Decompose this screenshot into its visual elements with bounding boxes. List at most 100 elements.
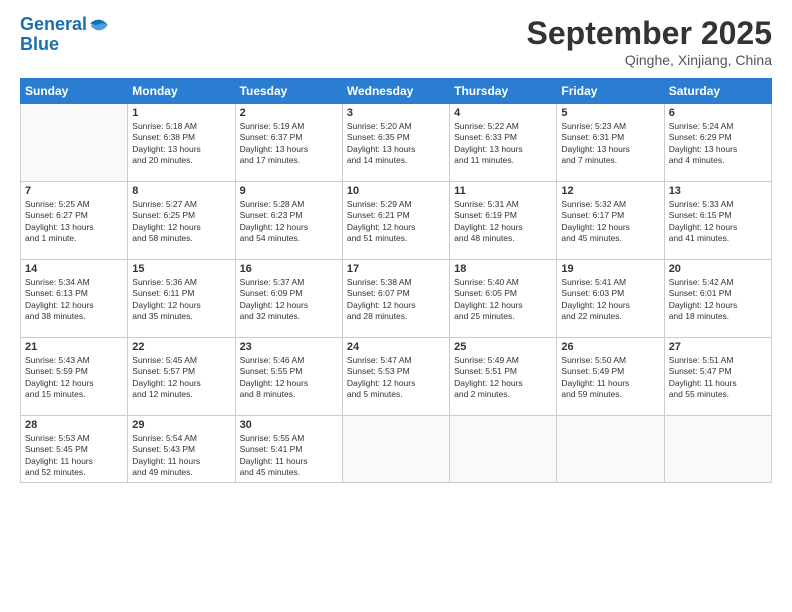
- logo-text: General: [20, 15, 87, 35]
- table-row: 6Sunrise: 5:24 AM Sunset: 6:29 PM Daylig…: [664, 104, 771, 182]
- calendar: Sunday Monday Tuesday Wednesday Thursday…: [20, 78, 772, 483]
- table-row: 4 Sunrise: 5:22 AM Sunset: 6:33 PM Daylig…: [450, 104, 557, 182]
- day-number: 14: [25, 263, 123, 275]
- table-row: 1 Sunrise: 5:18 AM Sunset: 6:38 PM Daylig…: [128, 104, 235, 182]
- table-row: 24 Sunrise: 5:47 AM Sunset: 5:53 PM Dayli…: [342, 338, 449, 416]
- col-tuesday: Tuesday: [235, 79, 342, 104]
- day-number: 25: [454, 341, 552, 353]
- day-info: Sunrise: 5:33 AM Sunset: 6:15 PM Dayligh…: [669, 199, 767, 245]
- table-row: 2 Sunrise: 5:19 AM Sunset: 6:37 PM Daylig…: [235, 104, 342, 182]
- day-info: Sunrise: 5:22 AM Sunset: 6:33 PM Dayligh…: [454, 121, 552, 167]
- day-number: 4: [454, 107, 552, 119]
- title-block: September 2025 Qinghe, Xinjiang, China: [527, 15, 772, 68]
- day-number: 10: [347, 185, 445, 197]
- day-info: Sunrise: 5:50 AM Sunset: 5:49 PM Dayligh…: [561, 355, 659, 401]
- table-row: 26 Sunrise: 5:50 AM Sunset: 5:49 PM Dayli…: [557, 338, 664, 416]
- day-info: Sunrise: 5:24 AM Sunset: 6:29 PM Dayligh…: [669, 121, 767, 167]
- logo: General Blue: [20, 15, 109, 55]
- day-info: Sunrise: 5:53 AM Sunset: 5:45 PM Dayligh…: [25, 433, 123, 479]
- day-info: Sunrise: 5:37 AM Sunset: 6:09 PM Dayligh…: [240, 277, 338, 323]
- day-info: Sunrise: 5:32 AM Sunset: 6:17 PM Dayligh…: [561, 199, 659, 245]
- day-number: 29: [132, 419, 230, 431]
- table-row: 11Sunrise: 5:31 AM Sunset: 6:19 PM Dayli…: [450, 182, 557, 260]
- day-info: Sunrise: 5:20 AM Sunset: 6:35 PM Dayligh…: [347, 121, 445, 167]
- day-number: 1: [132, 107, 230, 119]
- table-row: [557, 416, 664, 483]
- day-number: 12: [561, 185, 659, 197]
- day-info: Sunrise: 5:28 AM Sunset: 6:23 PM Dayligh…: [240, 199, 338, 245]
- day-info: Sunrise: 5:18 AM Sunset: 6:38 PM Dayligh…: [132, 121, 230, 167]
- page-header: General Blue September 2025 Qinghe, Xinj…: [20, 15, 772, 68]
- table-row: 25 Sunrise: 5:49 AM Sunset: 5:51 PM Dayli…: [450, 338, 557, 416]
- col-sunday: Sunday: [21, 79, 128, 104]
- day-number: 21: [25, 341, 123, 353]
- day-number: 5: [561, 107, 659, 119]
- table-row: 5 Sunrise: 5:23 AM Sunset: 6:31 PM Daylig…: [557, 104, 664, 182]
- logo-subtext: Blue: [20, 35, 109, 55]
- calendar-header-row: Sunday Monday Tuesday Wednesday Thursday…: [21, 79, 772, 104]
- location: Qinghe, Xinjiang, China: [527, 52, 772, 68]
- table-row: 8Sunrise: 5:27 AM Sunset: 6:25 PM Daylig…: [128, 182, 235, 260]
- day-number: 8: [132, 185, 230, 197]
- day-info: Sunrise: 5:46 AM Sunset: 5:55 PM Dayligh…: [240, 355, 338, 401]
- table-row: 7Sunrise: 5:25 AM Sunset: 6:27 PM Daylig…: [21, 182, 128, 260]
- day-number: 26: [561, 341, 659, 353]
- table-row: 22Sunrise: 5:45 AM Sunset: 5:57 PM Dayli…: [128, 338, 235, 416]
- day-number: 18: [454, 263, 552, 275]
- col-monday: Monday: [128, 79, 235, 104]
- day-number: 27: [669, 341, 767, 353]
- day-info: Sunrise: 5:49 AM Sunset: 5:51 PM Dayligh…: [454, 355, 552, 401]
- day-info: Sunrise: 5:19 AM Sunset: 6:37 PM Dayligh…: [240, 121, 338, 167]
- day-info: Sunrise: 5:23 AM Sunset: 6:31 PM Dayligh…: [561, 121, 659, 167]
- table-row: 19Sunrise: 5:41 AM Sunset: 6:03 PM Dayli…: [557, 260, 664, 338]
- day-info: Sunrise: 5:45 AM Sunset: 5:57 PM Dayligh…: [132, 355, 230, 401]
- table-row: 18 Sunrise: 5:40 AM Sunset: 6:05 PM Dayli…: [450, 260, 557, 338]
- day-info: Sunrise: 5:43 AM Sunset: 5:59 PM Dayligh…: [25, 355, 123, 401]
- day-number: 23: [240, 341, 338, 353]
- day-number: 16: [240, 263, 338, 275]
- day-info: Sunrise: 5:55 AM Sunset: 5:41 PM Dayligh…: [240, 433, 338, 479]
- day-info: Sunrise: 5:38 AM Sunset: 6:07 PM Dayligh…: [347, 277, 445, 323]
- day-number: 28: [25, 419, 123, 431]
- col-wednesday: Wednesday: [342, 79, 449, 104]
- table-row: 12 Sunrise: 5:32 AM Sunset: 6:17 PM Dayli…: [557, 182, 664, 260]
- table-row: [342, 416, 449, 483]
- day-number: 17: [347, 263, 445, 275]
- month-title: September 2025: [527, 15, 772, 52]
- table-row: 13 Sunrise: 5:33 AM Sunset: 6:15 PM Dayli…: [664, 182, 771, 260]
- table-row: 23 Sunrise: 5:46 AM Sunset: 5:55 PM Dayli…: [235, 338, 342, 416]
- table-row: 21 Sunrise: 5:43 AM Sunset: 5:59 PM Dayli…: [21, 338, 128, 416]
- day-number: 2: [240, 107, 338, 119]
- col-saturday: Saturday: [664, 79, 771, 104]
- table-row: 14 Sunrise: 5:34 AM Sunset: 6:13 PM Dayli…: [21, 260, 128, 338]
- table-row: [664, 416, 771, 483]
- day-number: 30: [240, 419, 338, 431]
- day-info: Sunrise: 5:29 AM Sunset: 6:21 PM Dayligh…: [347, 199, 445, 245]
- table-row: 28 Sunrise: 5:53 AM Sunset: 5:45 PM Dayli…: [21, 416, 128, 483]
- day-info: Sunrise: 5:47 AM Sunset: 5:53 PM Dayligh…: [347, 355, 445, 401]
- day-number: 7: [25, 185, 123, 197]
- table-row: 3 Sunrise: 5:20 AM Sunset: 6:35 PM Daylig…: [342, 104, 449, 182]
- table-row: [21, 104, 128, 182]
- day-info: Sunrise: 5:31 AM Sunset: 6:19 PM Dayligh…: [454, 199, 552, 245]
- day-info: Sunrise: 5:51 AM Sunset: 5:47 PM Dayligh…: [669, 355, 767, 401]
- day-number: 13: [669, 185, 767, 197]
- table-row: 10 Sunrise: 5:29 AM Sunset: 6:21 PM Dayli…: [342, 182, 449, 260]
- table-row: [450, 416, 557, 483]
- table-row: 16 Sunrise: 5:37 AM Sunset: 6:09 PM Dayli…: [235, 260, 342, 338]
- table-row: 15Sunrise: 5:36 AM Sunset: 6:11 PM Dayli…: [128, 260, 235, 338]
- col-thursday: Thursday: [450, 79, 557, 104]
- day-number: 24: [347, 341, 445, 353]
- table-row: 29 Sunrise: 5:54 AM Sunset: 5:43 PM Dayli…: [128, 416, 235, 483]
- day-info: Sunrise: 5:54 AM Sunset: 5:43 PM Dayligh…: [132, 433, 230, 479]
- day-number: 15: [132, 263, 230, 275]
- day-number: 3: [347, 107, 445, 119]
- day-info: Sunrise: 5:42 AM Sunset: 6:01 PM Dayligh…: [669, 277, 767, 323]
- col-friday: Friday: [557, 79, 664, 104]
- day-number: 9: [240, 185, 338, 197]
- logo-icon: [89, 15, 109, 35]
- day-number: 20: [669, 263, 767, 275]
- day-info: Sunrise: 5:34 AM Sunset: 6:13 PM Dayligh…: [25, 277, 123, 323]
- day-info: Sunrise: 5:40 AM Sunset: 6:05 PM Dayligh…: [454, 277, 552, 323]
- table-row: 27 Sunrise: 5:51 AM Sunset: 5:47 PM Dayli…: [664, 338, 771, 416]
